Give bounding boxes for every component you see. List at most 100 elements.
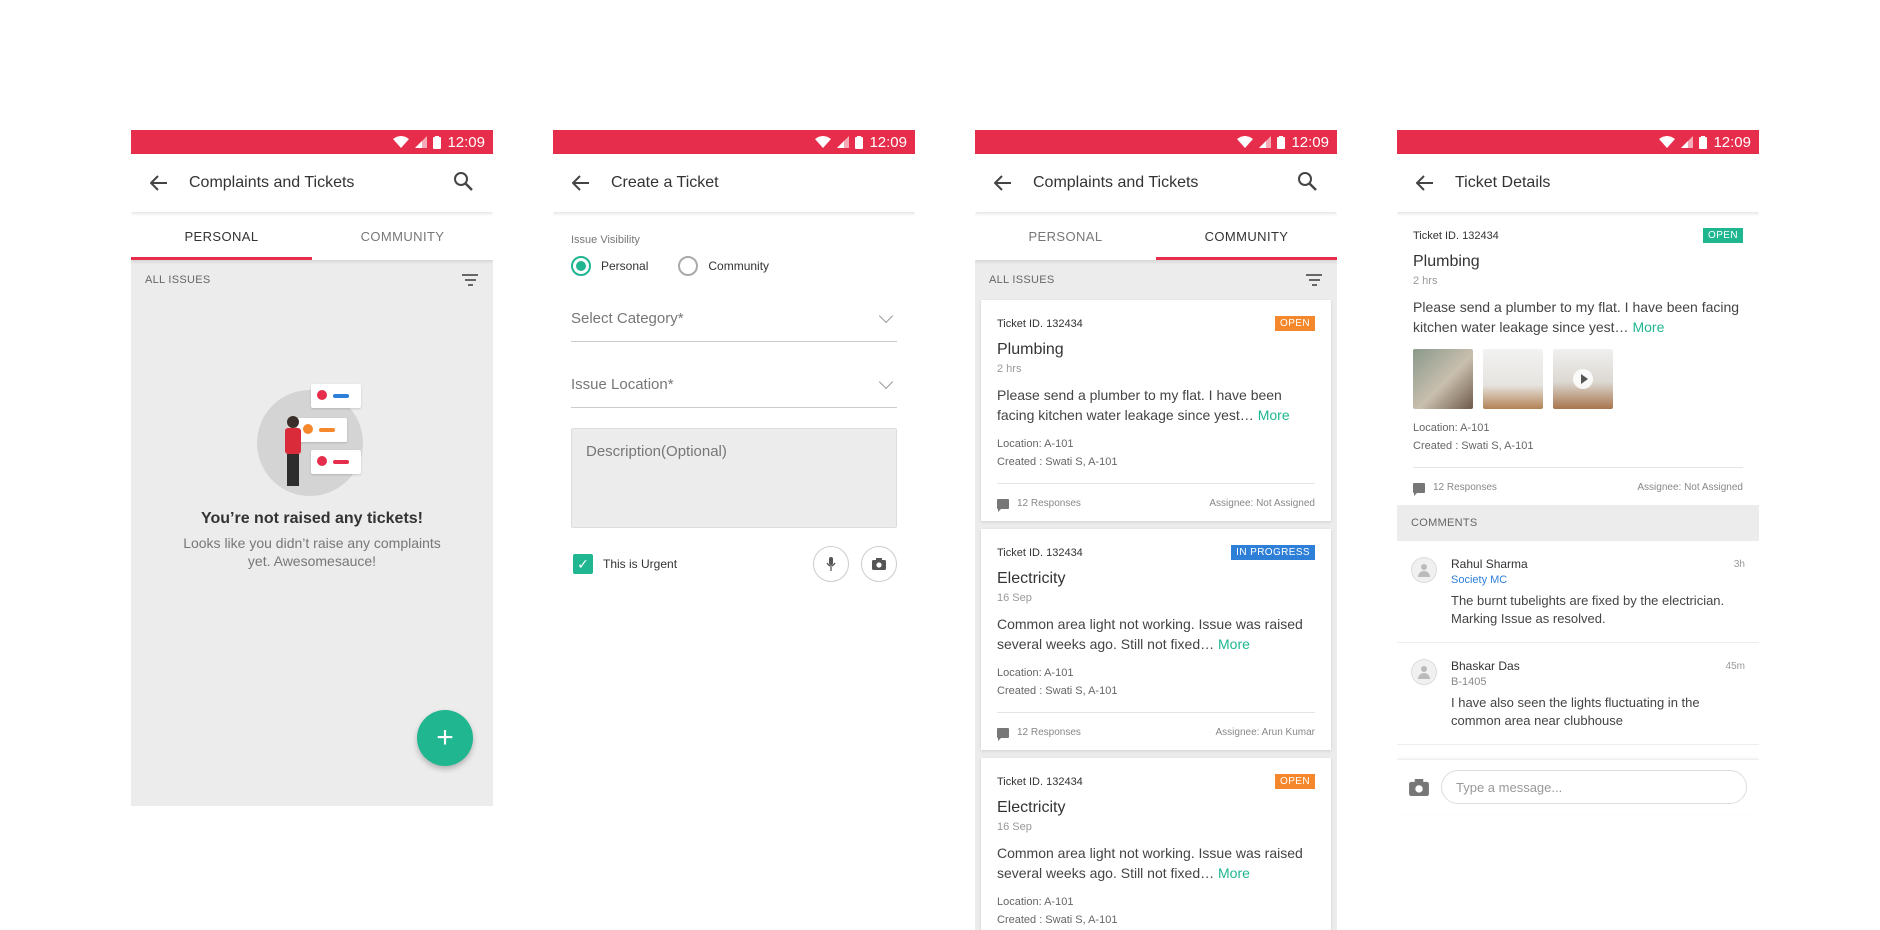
ticket-id: Ticket ID. 132434 <box>1413 229 1499 242</box>
radio-community-label: Community <box>708 259 770 273</box>
ticket-created: Created : Swati S, A-101 <box>997 456 1118 468</box>
camera-icon <box>872 558 886 570</box>
ticket-list: ALL ISSUES Ticket ID. 132434 OPEN Plumbi… <box>975 260 1337 930</box>
message-input[interactable]: Type a message... <box>1441 770 1747 804</box>
visibility-radio-group: Personal Community <box>571 256 897 276</box>
status-time: 12:09 <box>1291 133 1329 151</box>
radio-community[interactable]: Community <box>678 256 769 276</box>
ticket-assignee: Assignee: Not Assigned <box>1637 482 1743 493</box>
page-title: Ticket Details <box>1455 174 1551 191</box>
status-badge: OPEN <box>1275 774 1315 789</box>
ticket-detail: Ticket ID. 132434 OPEN Plumbing 2 hrs Pl… <box>1397 212 1759 505</box>
back-arrow-icon[interactable] <box>1413 171 1437 195</box>
page-title: Complaints and Tickets <box>1033 174 1199 191</box>
urgent-label: This is Urgent <box>603 557 678 571</box>
urgent-row: ✓ This is Urgent <box>571 546 897 582</box>
category-placeholder: Select Category* <box>571 310 684 327</box>
comment-time: 3h <box>1733 558 1745 570</box>
add-ticket-button[interactable]: + <box>417 710 473 766</box>
battery-icon <box>433 135 442 149</box>
location-placeholder: Issue Location* <box>571 376 674 393</box>
ticket-id: Ticket ID. 132434 <box>997 775 1083 788</box>
responses-link[interactable]: 12 Responses <box>1413 482 1497 496</box>
ticket-meta: Location: A-101 Created : Swati S, A-101 <box>997 664 1315 700</box>
search-icon[interactable] <box>1297 171 1321 195</box>
radio-personal-indicator[interactable] <box>571 256 591 276</box>
attachment-list <box>1413 349 1743 409</box>
page-title: Complaints and Tickets <box>189 174 355 191</box>
status-bar: 12:09 <box>1397 130 1759 154</box>
ticket-meta: Location: A-101 Created : Swati S, A-101 <box>1413 419 1743 455</box>
tab-community[interactable]: COMMUNITY <box>1156 212 1337 260</box>
tab-personal[interactable]: PERSONAL <box>131 212 312 260</box>
description-textarea[interactable]: Description(Optional) <box>571 428 897 528</box>
ticket-location: Location: A-101 <box>997 896 1074 908</box>
back-arrow-icon[interactable] <box>569 171 593 195</box>
wifi-icon <box>1659 136 1676 148</box>
ticket-location: Location: A-101 <box>997 667 1074 679</box>
tab-community[interactable]: COMMUNITY <box>312 212 493 260</box>
filter-icon[interactable] <box>461 273 479 287</box>
signal-icon <box>415 136 428 148</box>
camera-button[interactable] <box>861 546 897 582</box>
more-link[interactable]: More <box>1632 319 1664 335</box>
ticket-description: Common area light not working. Issue was… <box>997 843 1315 883</box>
ticket-id: Ticket ID. 132434 <box>997 546 1083 559</box>
urgent-checkbox[interactable]: ✓ <box>573 554 593 574</box>
filter-icon[interactable] <box>1305 273 1323 287</box>
location-select[interactable]: Issue Location* <box>571 366 897 408</box>
ticket-location: Location: A-101 <box>997 438 1074 450</box>
responses-link[interactable]: 12 Responses <box>997 498 1081 512</box>
comment-text: I have also seen the lights fluctuating … <box>1451 695 1700 728</box>
responses-count: 12 Responses <box>1433 482 1497 493</box>
more-link[interactable]: More <box>1258 407 1290 423</box>
comments-header: COMMENTS <box>1397 505 1759 541</box>
signal-icon <box>837 136 850 148</box>
ticket-id: Ticket ID. 132434 <box>997 317 1083 330</box>
search-icon[interactable] <box>453 171 477 195</box>
attachment-thumbnail[interactable] <box>1483 349 1543 409</box>
empty-message: Looks like you didn’t raise any complain… <box>183 535 441 569</box>
video-thumbnail[interactable] <box>1553 349 1613 409</box>
ticket-form: Issue Visibility Personal Community Sele… <box>553 212 915 582</box>
responses-count: 12 Responses <box>1017 498 1081 509</box>
ticket-footer: 12 Responses Assignee: Not Assigned <box>1413 467 1743 496</box>
camera-icon[interactable] <box>1409 778 1429 796</box>
responses-link[interactable]: 12 Responses <box>997 727 1081 741</box>
app-bar: Create a Ticket <box>553 154 915 212</box>
comment-icon <box>997 498 1009 512</box>
visibility-label: Issue Visibility <box>571 234 640 246</box>
signal-icon <box>1681 136 1694 148</box>
more-link[interactable]: More <box>1218 636 1250 652</box>
radio-community-indicator[interactable] <box>678 256 699 276</box>
filter-bar: ALL ISSUES <box>975 260 1337 300</box>
more-link[interactable]: More <box>1218 865 1250 881</box>
radio-personal[interactable]: Personal <box>571 256 648 276</box>
ticket-body-text: Common area light not working. Issue was… <box>997 845 1303 881</box>
app-bar: Complaints and Tickets <box>131 154 493 212</box>
status-time: 12:09 <box>447 133 485 151</box>
attachment-thumbnail[interactable] <box>1413 349 1473 409</box>
ticket-time: 16 Sep <box>997 821 1032 833</box>
app-bar: Ticket Details <box>1397 154 1759 212</box>
tab-personal[interactable]: PERSONAL <box>975 212 1156 260</box>
ticket-time: 2 hrs <box>997 363 1022 375</box>
ticket-card[interactable]: Ticket ID. 132434 IN PROGRESS Electricit… <box>981 529 1331 750</box>
comment-author: Bhaskar Das <box>1451 659 1520 673</box>
ticket-time: 16 Sep <box>997 592 1032 604</box>
status-badge: IN PROGRESS <box>1231 545 1315 560</box>
ticket-card[interactable]: Ticket ID. 132434 OPEN Plumbing 2 hrs Pl… <box>981 300 1331 521</box>
status-bar: 12:09 <box>553 130 915 154</box>
ticket-meta: Location: A-101 Created : Swati S, A-101 <box>997 893 1315 929</box>
back-arrow-icon[interactable] <box>991 171 1015 195</box>
status-bar: 12:09 <box>975 130 1337 154</box>
ticket-meta: Location: A-101 Created : Swati S, A-101 <box>997 435 1315 471</box>
back-arrow-icon[interactable] <box>147 171 171 195</box>
page-title: Create a Ticket <box>611 174 719 191</box>
tab-bar: PERSONAL COMMUNITY <box>975 212 1337 260</box>
microphone-button[interactable] <box>813 546 849 582</box>
category-select[interactable]: Select Category* <box>571 300 897 342</box>
ticket-card[interactable]: Ticket ID. 132434 OPEN Electricity 16 Se… <box>981 758 1331 930</box>
screen-complaints-community: 12:09 Complaints and Tickets PERSONAL CO… <box>975 130 1337 930</box>
signal-icon <box>1259 136 1272 148</box>
